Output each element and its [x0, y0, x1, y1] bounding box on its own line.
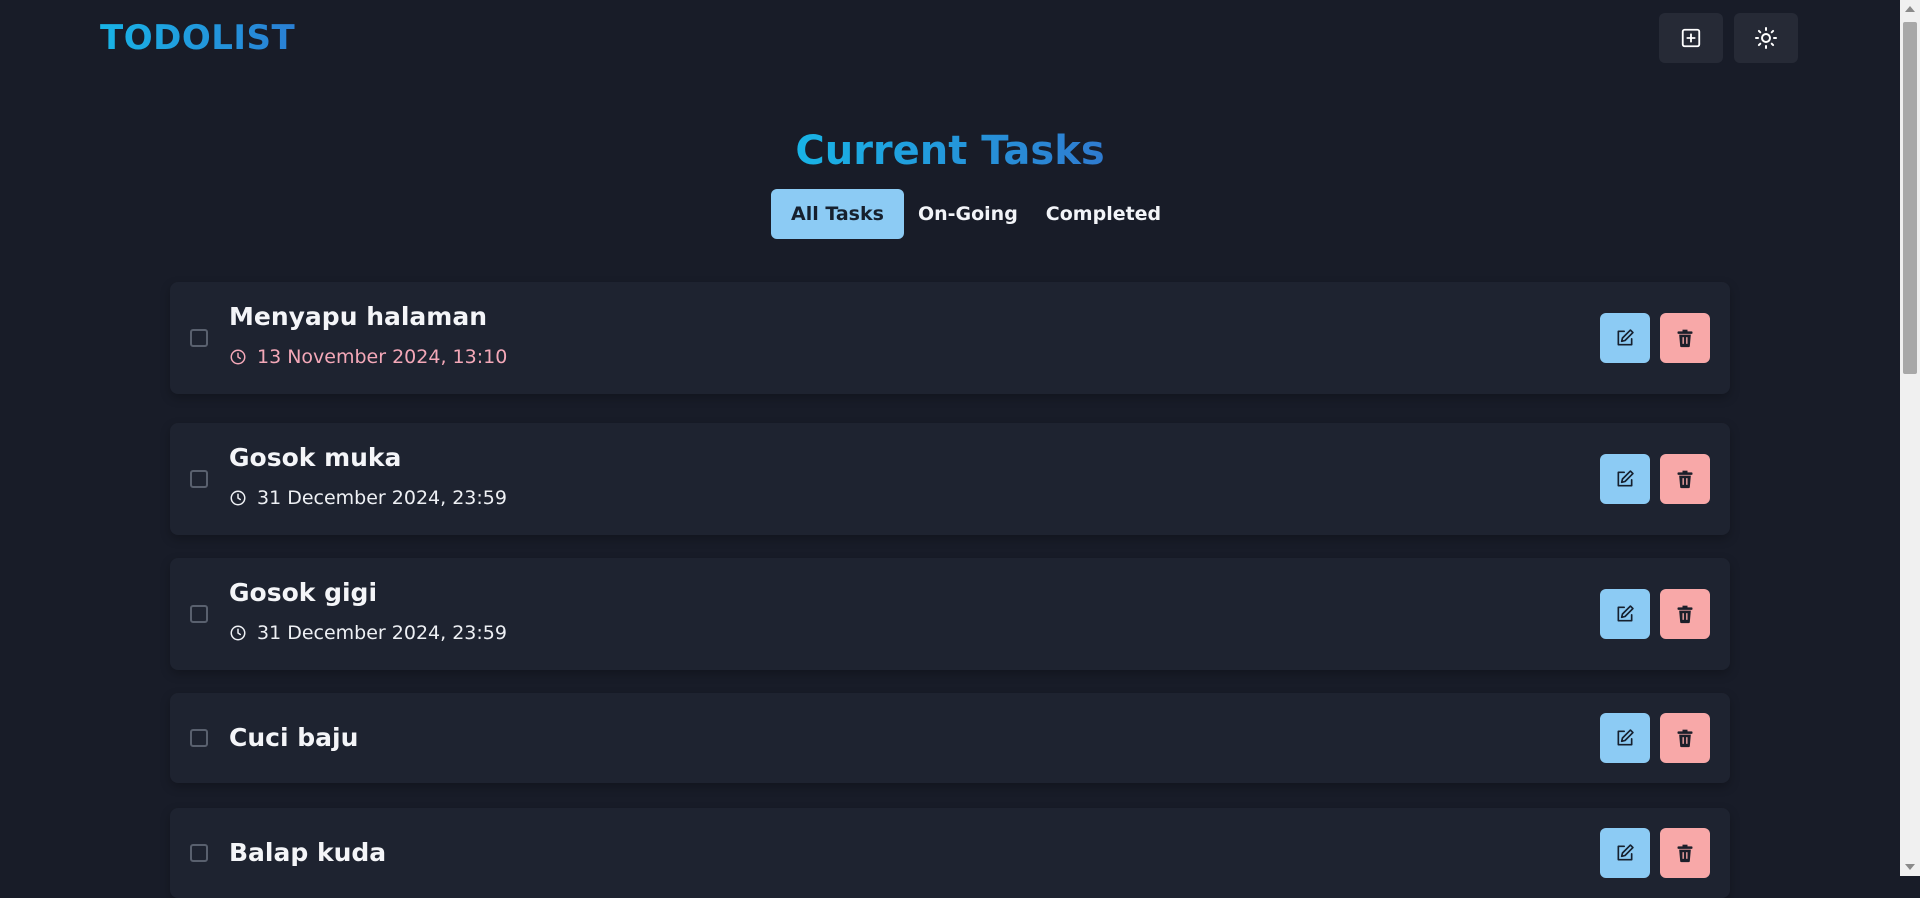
task-title: Gosok gigi: [229, 578, 378, 607]
task-card: Gosok gigi 31 December 2024, 23:59: [170, 558, 1730, 670]
edit-icon: [1617, 329, 1634, 346]
sun-icon: [1755, 27, 1777, 49]
edit-icon: [1617, 729, 1634, 746]
clock-icon: [230, 349, 246, 365]
delete-task-button[interactable]: [1660, 313, 1710, 363]
task-due-date: 31 December 2024, 23:59: [229, 622, 507, 644]
delete-task-button[interactable]: [1660, 828, 1710, 878]
clock-icon: [230, 625, 246, 641]
trash-icon: [1677, 470, 1693, 489]
task-title: Gosok muka: [229, 443, 402, 472]
edit-task-button[interactable]: [1600, 828, 1650, 878]
task-card: Balap kuda: [170, 808, 1730, 898]
task-filter-tabs: All Tasks On-Going Completed: [771, 189, 1175, 239]
scroll-down-arrow[interactable]: [1905, 864, 1915, 870]
trash-icon: [1677, 605, 1693, 624]
task-checkbox[interactable]: [190, 329, 208, 347]
task-due-date: 13 November 2024, 13:10: [229, 346, 507, 368]
task-title: Cuci baju: [229, 723, 359, 752]
task-checkbox[interactable]: [190, 470, 208, 488]
task-card: Cuci baju: [170, 693, 1730, 783]
app-logo[interactable]: TODOLIST: [100, 18, 295, 58]
edit-icon: [1617, 844, 1634, 861]
task-card: Gosok muka 31 December 2024, 23:59: [170, 423, 1730, 535]
task-due-date: 31 December 2024, 23:59: [229, 487, 507, 509]
page-title: Current Tasks: [795, 128, 1105, 174]
task-checkbox[interactable]: [190, 605, 208, 623]
delete-task-button[interactable]: [1660, 454, 1710, 504]
task-date-text: 13 November 2024, 13:10: [257, 346, 508, 368]
tab-completed[interactable]: Completed: [1032, 189, 1175, 239]
trash-icon: [1677, 329, 1693, 348]
tab-on-going[interactable]: On-Going: [904, 189, 1032, 239]
task-checkbox[interactable]: [190, 844, 208, 862]
add-task-button[interactable]: [1659, 13, 1723, 63]
edit-task-button[interactable]: [1600, 313, 1650, 363]
tab-all-tasks[interactable]: All Tasks: [771, 189, 904, 239]
task-date-text: 31 December 2024, 23:59: [257, 622, 507, 644]
edit-task-button[interactable]: [1600, 713, 1650, 763]
trash-icon: [1677, 729, 1693, 748]
task-date-text: 31 December 2024, 23:59: [257, 487, 507, 509]
edit-icon: [1617, 605, 1634, 622]
clock-icon: [230, 490, 246, 506]
plus-square-icon: [1681, 28, 1701, 48]
delete-task-button[interactable]: [1660, 713, 1710, 763]
edit-icon: [1617, 470, 1634, 487]
delete-task-button[interactable]: [1660, 589, 1710, 639]
task-card: Menyapu halaman 13 November 2024, 13:10: [170, 282, 1730, 394]
vertical-scrollbar[interactable]: [1900, 0, 1920, 876]
task-checkbox[interactable]: [190, 729, 208, 747]
scroll-up-arrow[interactable]: [1905, 6, 1915, 12]
trash-icon: [1677, 844, 1693, 863]
task-title: Balap kuda: [229, 838, 387, 867]
edit-task-button[interactable]: [1600, 589, 1650, 639]
scroll-thumb[interactable]: [1903, 22, 1917, 374]
task-title: Menyapu halaman: [229, 302, 488, 331]
edit-task-button[interactable]: [1600, 454, 1650, 504]
theme-toggle-button[interactable]: [1734, 13, 1798, 63]
